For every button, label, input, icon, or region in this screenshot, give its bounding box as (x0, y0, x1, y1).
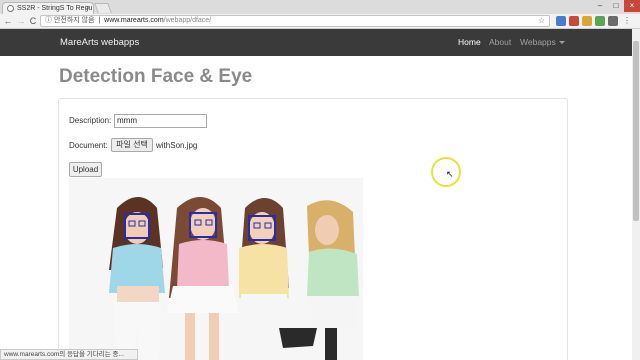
reload-button[interactable]: C (27, 15, 39, 27)
back-button[interactable]: ← (2, 15, 14, 27)
detection-result-image (69, 178, 363, 360)
mouse-pointer-icon: ↖ (446, 169, 454, 179)
nav-webapps-dropdown[interactable]: Webapps (520, 29, 565, 56)
result-photo-illustration (109, 197, 359, 360)
browser-toolbar: ← → C ⓘ 안전하지 않음 | www.marearts.com/webap… (0, 14, 640, 29)
new-tab-button[interactable] (94, 3, 112, 13)
close-window-button[interactable]: × (624, 0, 640, 12)
nav-home-link[interactable]: Home (458, 29, 481, 56)
document-label: Document: (69, 141, 108, 150)
description-input[interactable]: mmm (114, 114, 207, 128)
address-bar[interactable]: ⓘ 안전하지 않음 | www.marearts.com/webapp/dfac… (40, 15, 550, 27)
site-brand[interactable]: MareArts webapps (60, 29, 139, 56)
menu-icon[interactable]: ⋮ (622, 16, 632, 26)
page-title: Detection Face & Eye (59, 66, 253, 87)
description-label: Description: (69, 116, 112, 125)
extension-icon[interactable] (556, 16, 566, 26)
page-scrollbar[interactable] (632, 29, 640, 360)
tab-close-icon[interactable]: × (86, 3, 90, 14)
upload-button[interactable]: Upload (69, 162, 102, 177)
selected-file-name: withSon.jpg (156, 141, 198, 150)
minimize-window-button[interactable]: – (592, 0, 608, 12)
choose-file-button[interactable]: 파일 선택 (111, 138, 153, 152)
site-navbar: MareArts webapps Home About Webapps (0, 29, 632, 56)
extension-icon[interactable] (608, 16, 618, 26)
tab-title: SS2R - StringS To Regu (17, 5, 93, 12)
extension-icon[interactable] (595, 16, 605, 26)
scrollbar-thumb[interactable] (633, 41, 639, 221)
maximize-window-button[interactable]: □ (608, 0, 624, 12)
nav-about-link[interactable]: About (489, 29, 511, 56)
security-indicator[interactable]: ⓘ 안전하지 않음 (45, 17, 95, 24)
url-path: /webapp/dface/ (163, 17, 212, 24)
browser-tab[interactable]: SS2R - StringS To Regu × (2, 2, 94, 14)
extension-icon[interactable] (569, 16, 579, 26)
page-favicon-icon (7, 5, 14, 12)
bookmark-star-icon[interactable]: ☆ (538, 16, 545, 26)
nav-webapps-label: Webapps (520, 37, 556, 47)
extension-icon[interactable] (582, 16, 592, 26)
browser-status-bar: www.marearts.com의 응답을 기다리는 중... (0, 349, 138, 360)
forward-button[interactable]: → (15, 15, 27, 27)
chevron-down-icon (558, 41, 565, 45)
url-host: www.marearts.com (104, 17, 164, 24)
browser-tab-strip: SS2R - StringS To Regu × – □ × (0, 0, 640, 14)
